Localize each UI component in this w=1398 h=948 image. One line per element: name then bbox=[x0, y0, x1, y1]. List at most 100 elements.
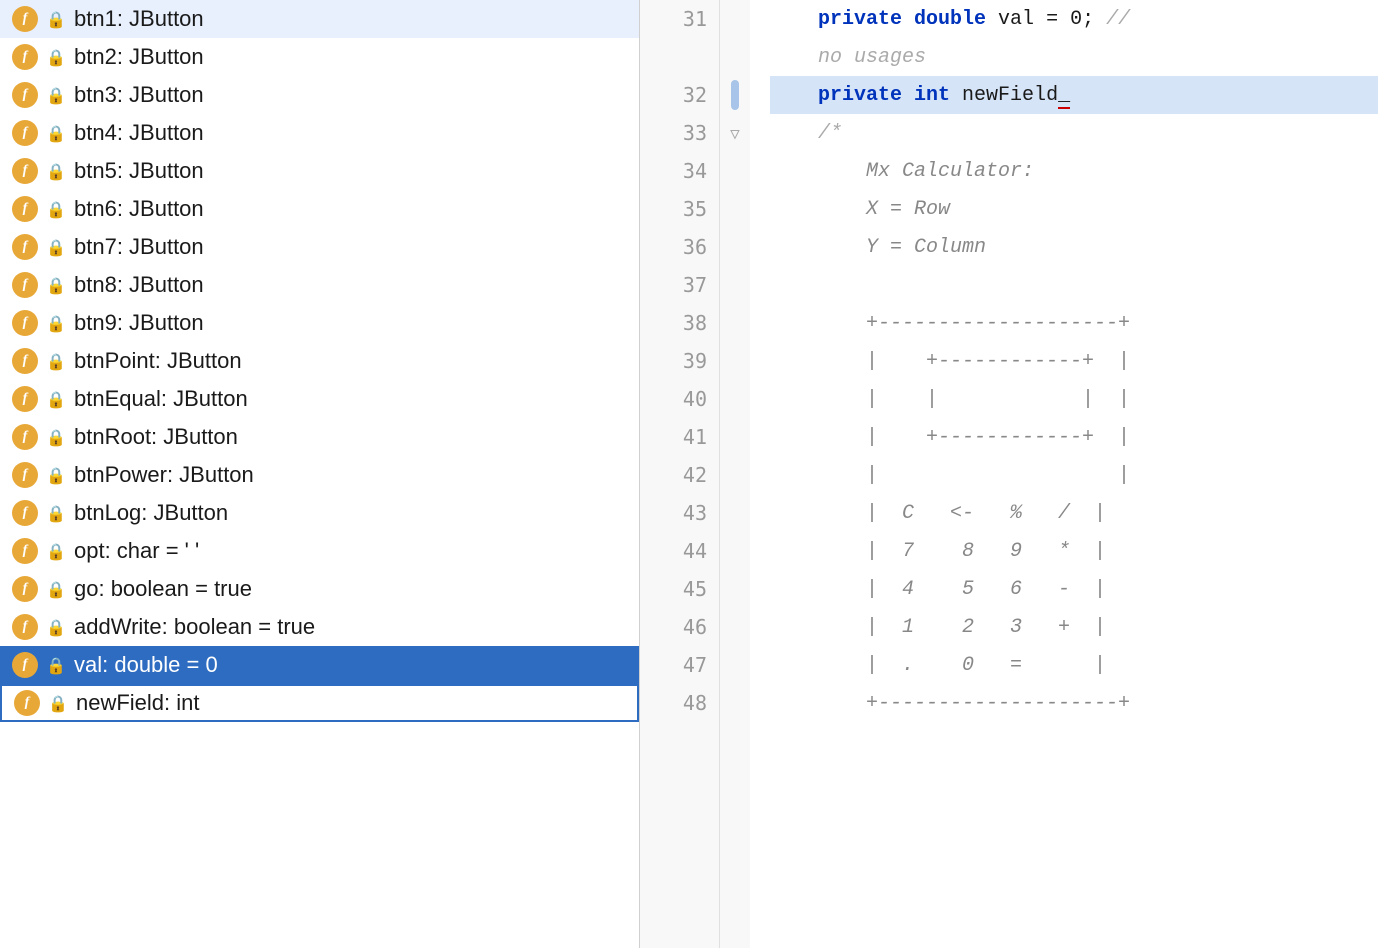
field-type-icon: f bbox=[12, 538, 38, 564]
field-type-icon: f bbox=[14, 690, 40, 716]
field-item-4[interactable]: f🔒btn4: JButton bbox=[0, 114, 639, 152]
lock-icon: 🔒 bbox=[46, 124, 64, 142]
keyword-int: int bbox=[914, 84, 950, 107]
field-type-icon: f bbox=[12, 348, 38, 374]
line-number-row: 37 bbox=[640, 266, 719, 304]
field-item-7[interactable]: f🔒btn7: JButton bbox=[0, 228, 639, 266]
field-item-19[interactable]: f 🔒 newField: int bbox=[0, 684, 639, 722]
line-number-row: 35 bbox=[640, 190, 719, 228]
fields-panel: f🔒btn1: JButtonf🔒btn2: JButtonf🔒btn3: JB… bbox=[0, 0, 640, 948]
field-label: newField: int bbox=[76, 690, 200, 716]
code-line-45: | 4 5 6 - | bbox=[770, 570, 1378, 608]
code-text: private double bbox=[770, 8, 998, 31]
lock-icon: 🔒 bbox=[46, 656, 64, 674]
line-number-row bbox=[640, 38, 719, 76]
field-item-10[interactable]: f 🔒 btnPoint: JButton bbox=[0, 342, 639, 380]
gutter-row bbox=[720, 266, 750, 304]
code-line-35: X = Row bbox=[770, 190, 1378, 228]
code-line-34: Mx Calculator: bbox=[770, 152, 1378, 190]
field-item-2[interactable]: f 🔒 btn2: JButton bbox=[0, 38, 639, 76]
field-item-5[interactable]: f🔒btn5: JButton bbox=[0, 152, 639, 190]
comment-ascii-text: | 1 2 3 + | bbox=[770, 616, 1106, 639]
field-type-icon: f bbox=[12, 272, 38, 298]
field-item-17[interactable]: f🔒addWrite: boolean = true bbox=[0, 608, 639, 646]
code-line-39: | +------------+ | bbox=[770, 342, 1378, 380]
field-item-9[interactable]: f🔒btn9: JButton bbox=[0, 304, 639, 342]
code-area: 313233343536373839404142434445464748 ▽ p… bbox=[640, 0, 1398, 948]
line-number-row: 40 bbox=[640, 380, 719, 418]
code-line-32: private int newField_ bbox=[770, 76, 1378, 114]
gutter-row: ▽ bbox=[720, 114, 750, 152]
comment-ascii-text: | +------------+ | bbox=[770, 426, 1130, 449]
comment-ascii-text: | +------------+ | bbox=[770, 350, 1130, 373]
field-item-13[interactable]: f🔒btnPower: JButton bbox=[0, 456, 639, 494]
field-label: btn1: JButton bbox=[74, 6, 204, 32]
line-number-row: 36 bbox=[640, 228, 719, 266]
code-rest: = 0; bbox=[1034, 8, 1106, 31]
code-line-36: Y = Column bbox=[770, 228, 1378, 266]
code-line-41: | +------------+ | bbox=[770, 418, 1378, 456]
gutter-row bbox=[720, 0, 750, 38]
lock-icon: 🔒 bbox=[46, 352, 64, 370]
field-item-6[interactable]: f🔒btn6: JButton bbox=[0, 190, 639, 228]
field-label: btn7: JButton bbox=[74, 234, 204, 260]
comment-ascii-text: | . 0 = | bbox=[770, 654, 1106, 677]
field-label: val: double = 0 bbox=[74, 652, 218, 678]
gutter-row bbox=[720, 532, 750, 570]
lock-icon: 🔒 bbox=[46, 276, 64, 294]
line-number-row: 32 bbox=[640, 76, 719, 114]
gutter-row bbox=[720, 494, 750, 532]
gutter-row bbox=[720, 304, 750, 342]
line-number-row: 38 bbox=[640, 304, 719, 342]
keyword-private: private bbox=[770, 84, 914, 107]
lock-icon: 🔒 bbox=[46, 48, 64, 66]
comment-ascii-text: | C <- % / | bbox=[770, 502, 1106, 525]
gutter-row bbox=[720, 570, 750, 608]
line-number-row: 42 bbox=[640, 456, 719, 494]
field-item-15[interactable]: f 🔒 opt: char = ' ' bbox=[0, 532, 639, 570]
field-item-8[interactable]: f 🔒 btn8: JButton bbox=[0, 266, 639, 304]
gutter-row bbox=[720, 38, 750, 76]
comment-ascii-text: +--------------------+ bbox=[770, 692, 1130, 715]
line-number-row: 45 bbox=[640, 570, 719, 608]
code-line-42: | | bbox=[770, 456, 1378, 494]
code-lines: private double val = 0; // no usages pri… bbox=[750, 0, 1398, 948]
field-label: addWrite: boolean = true bbox=[74, 614, 315, 640]
field-label: btn2: JButton bbox=[74, 44, 204, 70]
field-type-icon: f bbox=[12, 500, 38, 526]
field-item-3[interactable]: f🔒btn3: JButton bbox=[0, 76, 639, 114]
code-panel: 313233343536373839404142434445464748 ▽ p… bbox=[640, 0, 1398, 948]
field-item-18[interactable]: f🔒val: double = 0 bbox=[0, 646, 639, 684]
field-item-11[interactable]: f🔒btnEqual: JButton bbox=[0, 380, 639, 418]
field-label: btnPoint: JButton bbox=[74, 348, 242, 374]
field-item-1[interactable]: f🔒btn1: JButton bbox=[0, 0, 639, 38]
code-line-38: +--------------------+ bbox=[770, 304, 1378, 342]
field-item-16[interactable]: f🔒go: boolean = true bbox=[0, 570, 639, 608]
gutter-row bbox=[720, 190, 750, 228]
field-label: opt: char = ' ' bbox=[74, 538, 199, 564]
gutter-row bbox=[720, 228, 750, 266]
lock-icon: 🔒 bbox=[46, 428, 64, 446]
line-numbers: 313233343536373839404142434445464748 bbox=[640, 0, 720, 948]
lock-icon: 🔒 bbox=[46, 542, 64, 560]
scrollbar-indicator bbox=[731, 80, 739, 110]
gutter-row bbox=[720, 646, 750, 684]
field-type-icon: f bbox=[12, 234, 38, 260]
comment-italic-text: Y = Column bbox=[770, 236, 986, 259]
field-type-icon: f bbox=[12, 196, 38, 222]
lock-icon: 🔒 bbox=[48, 694, 66, 712]
field-type-icon: f bbox=[12, 44, 38, 70]
field-name: newField_ bbox=[950, 84, 1070, 107]
field-item-14[interactable]: f 🔒 btnLog: JButton bbox=[0, 494, 639, 532]
lock-icon: 🔒 bbox=[46, 504, 64, 522]
field-label: btn8: JButton bbox=[74, 272, 204, 298]
field-label: btn4: JButton bbox=[74, 120, 204, 146]
lock-icon: 🔒 bbox=[46, 200, 64, 218]
code-line-37 bbox=[770, 266, 1378, 304]
gutter-row bbox=[720, 456, 750, 494]
field-label: btnLog: JButton bbox=[74, 500, 228, 526]
field-type-icon: f bbox=[12, 614, 38, 640]
lock-icon: 🔒 bbox=[46, 162, 64, 180]
field-item-12[interactable]: f🔒btnRoot: JButton bbox=[0, 418, 639, 456]
comment-text: no usages bbox=[770, 46, 926, 69]
